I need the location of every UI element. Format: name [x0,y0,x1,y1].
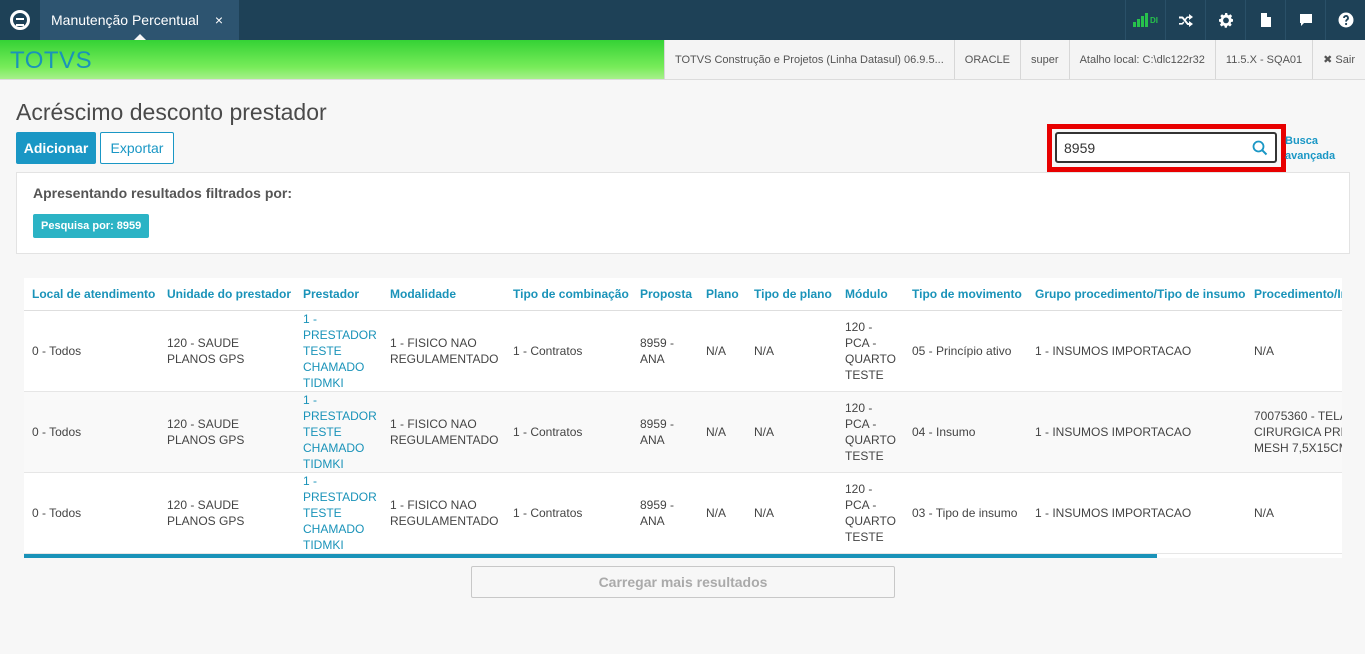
column-header[interactable]: Grupo procedimento/Tipo de insumo [1027,278,1246,311]
table-cell: 120 - SAUDE PLANOS GPS [159,391,295,473]
table-cell: 1 - Contratos [505,391,632,473]
column-header[interactable]: Módulo [837,278,904,311]
column-header[interactable]: Unidade do prestador [159,278,295,311]
column-header[interactable]: Tipo de plano [746,278,837,311]
shortcut-info: Atalho local: C:\dlc122r32 [1068,40,1215,79]
table-row[interactable]: 0 - Todos 120 - SAUDE PLANOS GPS 1 - PRE… [24,310,1342,392]
table-cell: N/A [698,391,746,473]
table-cell: N/A [698,310,746,392]
table-cell: 04 - Insumo [904,391,1027,473]
provider-link[interactable]: 1 - PRESTADOR TESTE CHAMADO TIDMKI [295,472,382,554]
filter-title: Apresentando resultados filtrados por: [33,185,293,201]
table-cell: 0 - Todos [24,391,159,473]
table-row[interactable]: 0 - Todos 120 - SAUDE PLANOS GPS 1 - PRE… [24,391,1342,473]
gear-icon[interactable] [1205,0,1245,40]
logo-icon[interactable] [0,0,40,40]
chat-icon[interactable] [1285,0,1325,40]
tab-label: Manutenção Percentual [51,12,199,28]
help-icon[interactable] [1325,0,1365,40]
advanced-search-line1: Busca [1285,135,1319,147]
signal-icon[interactable]: DI [1125,0,1165,40]
filter-panel: Apresentando resultados filtrados por: P… [16,172,1350,254]
table-cell: 1 - Contratos [505,310,632,392]
product-info: TOTVS Construção e Projetos (Linha Datas… [663,40,954,79]
table-cell: 1 - Contratos [505,472,632,554]
search-icon[interactable] [1252,140,1268,156]
tab-close-icon[interactable]: × [215,12,223,28]
advanced-search-link[interactable]: Busca avançada [1285,134,1335,164]
table-cell: N/A [746,310,837,392]
column-header[interactable]: Prestador [295,278,382,311]
column-header[interactable]: Plano [698,278,746,311]
table-cell: 1 - INSUMOS IMPORTACAO [1027,391,1246,473]
table-cell: N/A [1246,310,1342,392]
table-header: Local de atendimento Unidade do prestado… [24,278,1342,311]
table-cell: N/A [746,391,837,473]
horizontal-scrollbar[interactable] [24,554,1157,558]
table-cell: N/A [746,472,837,554]
table-cell: 0 - Todos [24,472,159,554]
filter-badge[interactable]: Pesquisa por: 8959 [33,214,150,238]
top-bar: Manutenção Percentual × DI [0,0,1365,41]
table-cell: 03 - Tipo de insumo [904,472,1027,554]
table-cell: 120 - PCA - QUARTO TESTE [837,391,904,473]
table-cell: 120 - PCA - QUARTO TESTE [837,472,904,554]
provider-link[interactable]: 1 - PRESTADOR TESTE CHAMADO TIDMKI [295,391,382,473]
table-cell: 8959 - ANA [632,310,698,392]
results-table: Local de atendimento Unidade do prestado… [24,278,1342,558]
table-cell: N/A [1246,472,1342,554]
document-icon[interactable] [1245,0,1285,40]
table-cell: 120 - PCA - QUARTO TESTE [837,310,904,392]
column-header[interactable]: Modalidade [382,278,505,311]
table-cell: 1 - FISICO NAO REGULAMENTADO [382,472,505,554]
table-cell: 1 - INSUMOS IMPORTACAO [1027,310,1246,392]
table-cell: 8959 - ANA [632,472,698,554]
column-header[interactable]: Local de atendimento [24,278,159,311]
user-info: super [1020,40,1069,79]
table-cell: 70075360 - TELA CIRURGICA PREMILENE MESH… [1246,391,1342,473]
table-cell: N/A [698,472,746,554]
column-header[interactable]: Tipo de combinação [505,278,632,311]
column-header[interactable]: Tipo de movimento [904,278,1027,311]
brand-logo: TOTVS [10,47,93,74]
advanced-search-line2: avançada [1285,150,1336,162]
signal-text: DI [1150,15,1158,25]
logout-button[interactable]: ✖ Sair [1312,40,1365,79]
header-bar: TOTVS TOTVS Construção e Projetos (Linha… [0,40,1365,80]
version-info: 11.5.X - SQA01 [1214,40,1312,79]
page-title: Acréscimo desconto prestador [16,99,327,125]
add-button[interactable]: Adicionar [16,132,96,164]
table-cell: 1 - FISICO NAO REGULAMENTADO [382,310,505,392]
table-cell: 05 - Princípio ativo [904,310,1027,392]
search-input[interactable] [1055,132,1277,163]
top-icons: DI [1125,0,1365,40]
shuffle-icon[interactable] [1165,0,1205,40]
table-cell: 1 - INSUMOS IMPORTACAO [1027,472,1246,554]
table-cell: 0 - Todos [24,310,159,392]
column-header[interactable]: Procedimento/Insumo [1246,278,1342,311]
table-cell: 8959 - ANA [632,391,698,473]
table-cell: 120 - SAUDE PLANOS GPS [159,310,295,392]
table-cell: 1 - FISICO NAO REGULAMENTADO [382,391,505,473]
session-info: TOTVS Construção e Projetos (Linha Datas… [663,40,1365,79]
table-cell: 120 - SAUDE PLANOS GPS [159,472,295,554]
export-button[interactable]: Exportar [100,132,174,164]
provider-link[interactable]: 1 - PRESTADOR TESTE CHAMADO TIDMKI [295,310,382,392]
column-header[interactable]: Proposta [632,278,698,311]
load-more-button[interactable]: Carregar mais resultados [471,566,895,598]
tab-manutencao[interactable]: Manutenção Percentual × [40,0,239,41]
database-info: ORACLE [953,40,1020,79]
table-row[interactable]: 0 - Todos 120 - SAUDE PLANOS GPS 1 - PRE… [24,472,1342,554]
